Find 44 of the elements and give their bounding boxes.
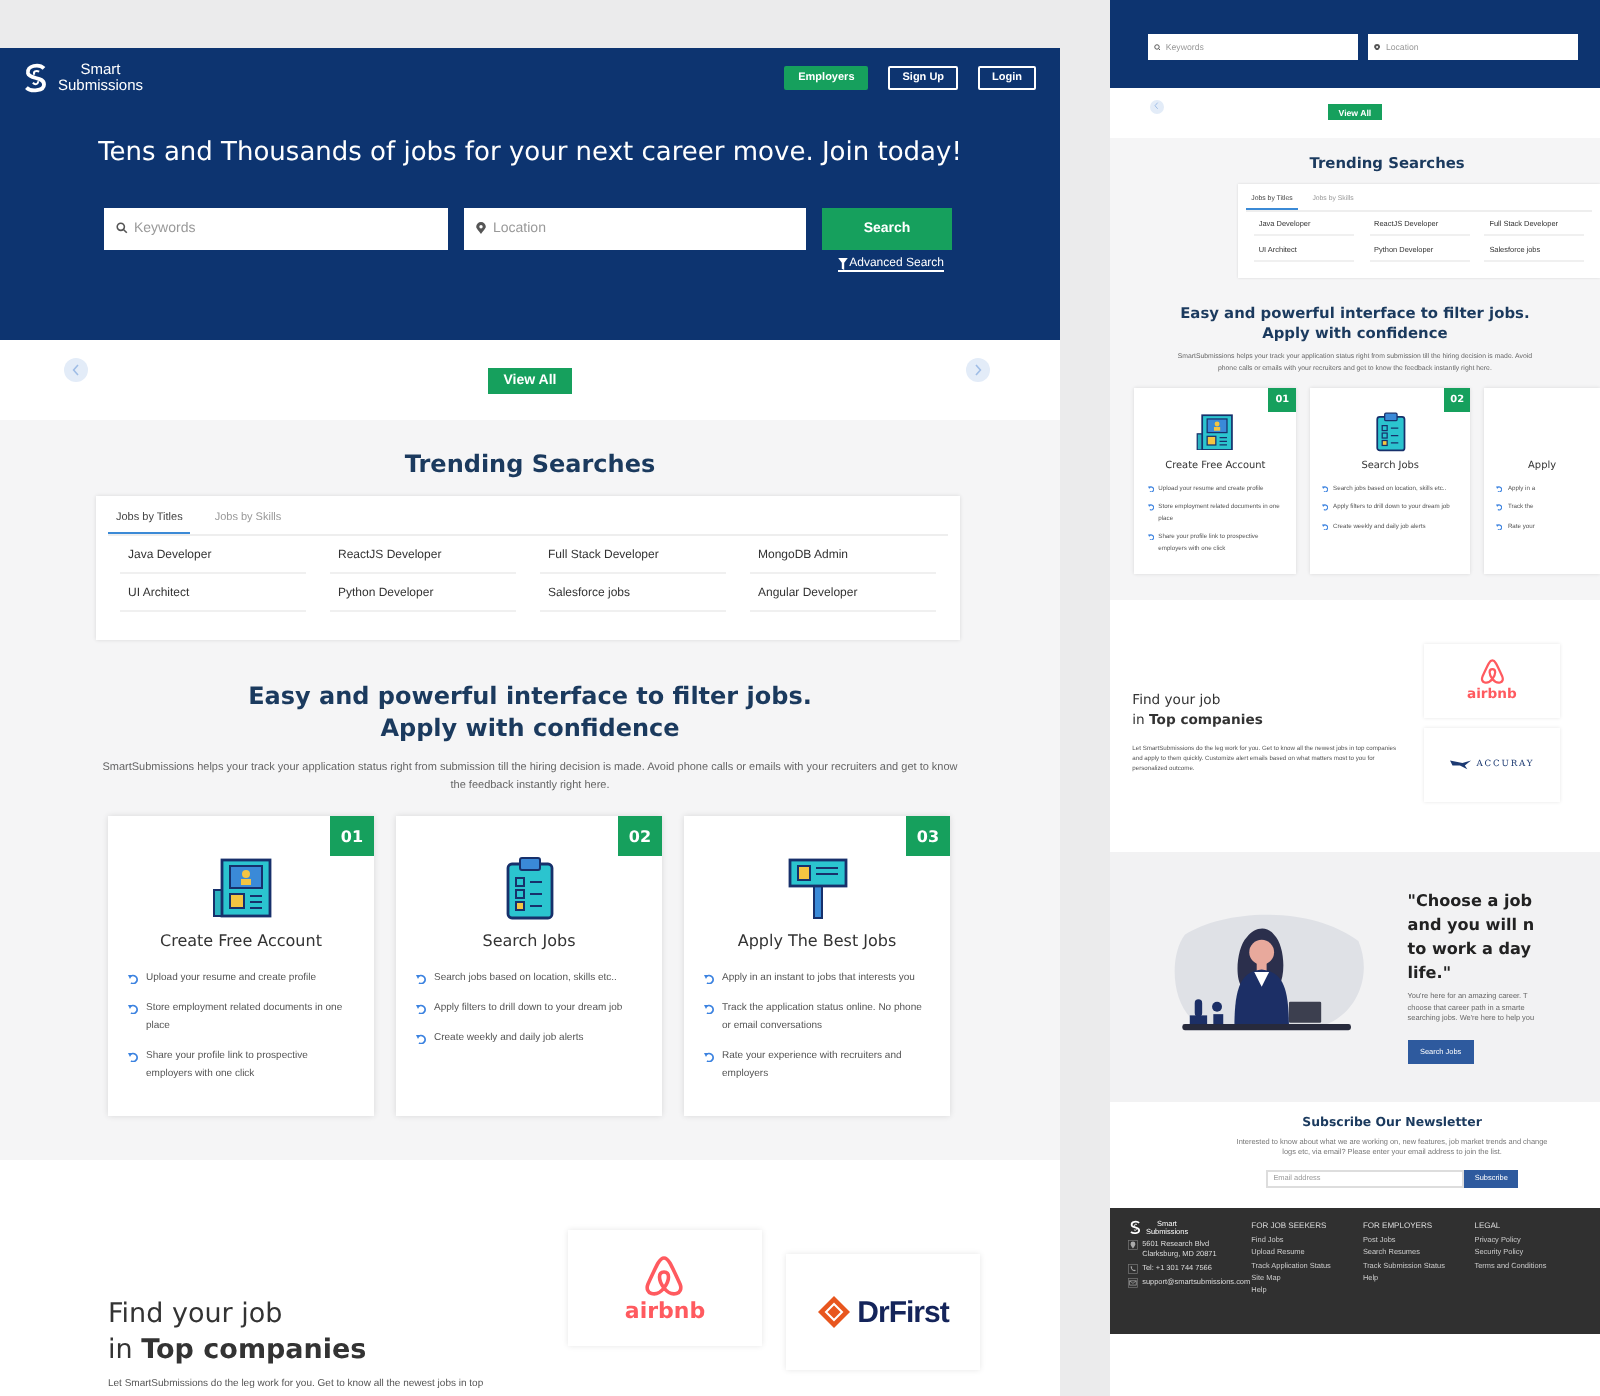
section-title: Find your job in Top companies xyxy=(108,1296,369,1368)
resume-sheet-icon xyxy=(1196,413,1234,451)
chevron-left-icon xyxy=(72,364,80,376)
clipboard-checklist-icon xyxy=(1375,412,1406,453)
phone-icon xyxy=(1127,1263,1138,1274)
signboard-icon xyxy=(787,856,847,920)
next-button[interactable] xyxy=(966,358,990,382)
search-icon xyxy=(116,222,128,234)
bullet-icon xyxy=(128,974,138,984)
logo-icon xyxy=(20,62,52,94)
bullet-icon xyxy=(416,974,426,984)
feature-title: Search Jobs xyxy=(482,932,576,950)
logo-icon xyxy=(1127,1220,1143,1236)
bullet-icon xyxy=(416,1034,426,1044)
step-number: 02 xyxy=(618,816,662,856)
filter-icon xyxy=(837,258,848,270)
bullet-icon xyxy=(416,1004,426,1014)
bullet-icon xyxy=(704,974,714,984)
step-number: 03 xyxy=(906,816,950,856)
airbnb-symbol-icon xyxy=(644,1253,685,1297)
company-logo-card[interactable]: DrFirst xyxy=(786,1254,980,1370)
location-pin-icon xyxy=(1127,1240,1138,1251)
resume-sheet-icon xyxy=(211,858,271,918)
company-logo-text: airbnb xyxy=(624,1297,706,1323)
chevron-right-icon xyxy=(974,364,982,376)
feature-title: Apply The Best Jobs xyxy=(737,932,897,950)
previous-button[interactable] xyxy=(64,358,88,382)
section-title: Easy and powerful interface to filter jobs. Apply with confidence xyxy=(246,680,814,744)
diamond-logo-icon xyxy=(817,1296,850,1328)
airbnb-symbol-icon xyxy=(1479,658,1505,686)
bullet-icon xyxy=(128,1004,138,1014)
location-pin-icon xyxy=(475,222,485,234)
hero-headline: Tens and Thousands of jobs for your next career move. Join today! xyxy=(96,138,964,168)
company-logo-text: DrFirst xyxy=(857,1295,949,1329)
bullet-icon xyxy=(704,1052,714,1062)
bullet-icon xyxy=(128,1052,138,1062)
clipboard-checklist-icon xyxy=(505,856,553,920)
bullet-icon xyxy=(704,1004,714,1014)
plane-logo-icon xyxy=(1449,758,1472,771)
feature-title: Create Free Account xyxy=(160,932,322,950)
section-title: Trending Searches xyxy=(402,448,658,480)
location-pin-icon xyxy=(1374,43,1381,51)
step-number: 01 xyxy=(330,816,374,856)
previous-button[interactable] xyxy=(1149,99,1165,115)
